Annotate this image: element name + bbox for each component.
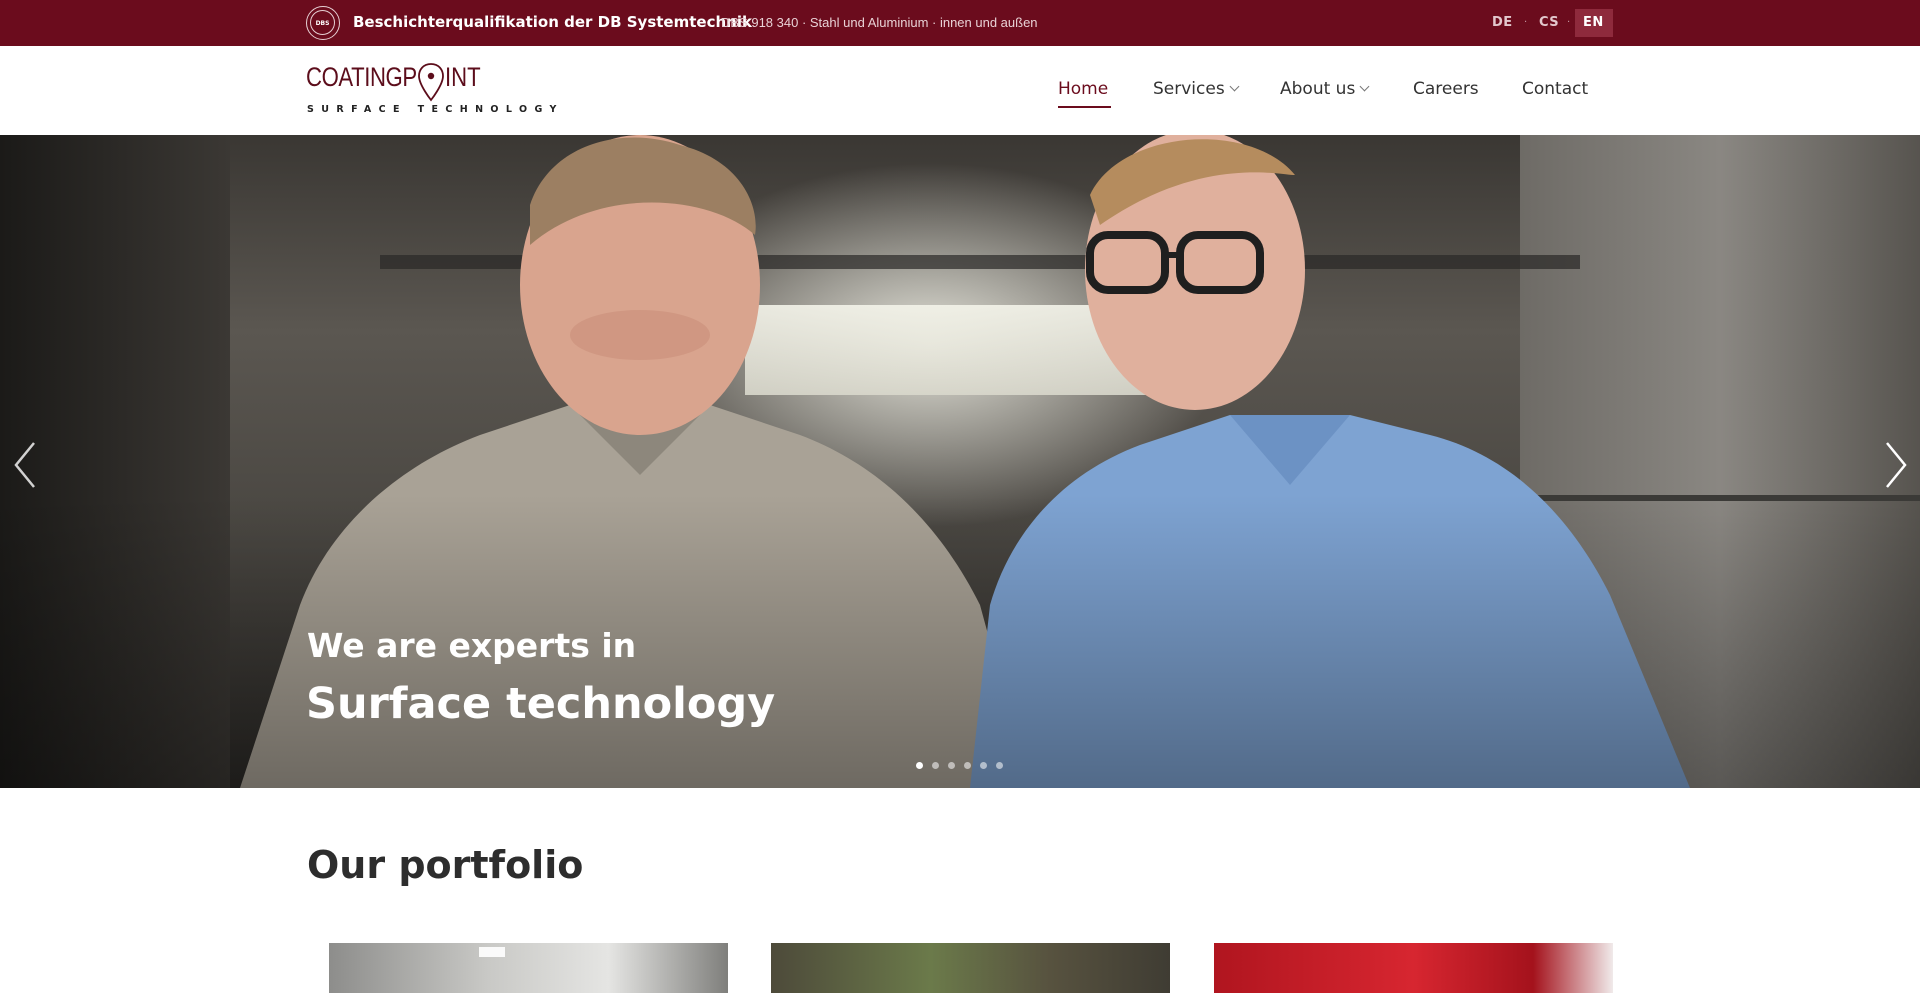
nav-services[interactable]: Services bbox=[1153, 79, 1240, 99]
card-image-detail bbox=[479, 947, 505, 957]
language-separator: · bbox=[1567, 17, 1571, 28]
db-qualification-seal-icon: DBS bbox=[306, 6, 340, 40]
nav-home-label: Home bbox=[1058, 79, 1109, 99]
nav-careers-label: Careers bbox=[1413, 79, 1479, 99]
coatingpoint-logo[interactable]: COATINGP INT SURFACE TECHNOLOGY bbox=[306, 62, 556, 120]
slider-dot[interactable] bbox=[964, 762, 971, 769]
slider-dot[interactable] bbox=[932, 762, 939, 769]
slider-dot[interactable] bbox=[980, 762, 987, 769]
portfolio-heading: Our portfolio bbox=[307, 843, 584, 887]
chevron-down-icon bbox=[1359, 81, 1370, 92]
nav-contact-label: Contact bbox=[1522, 79, 1589, 99]
slider-dot[interactable] bbox=[916, 762, 923, 769]
chevron-left-icon[interactable] bbox=[12, 440, 38, 490]
nav-contact[interactable]: Contact bbox=[1522, 79, 1588, 99]
hero-caption-line1: We are experts in bbox=[307, 626, 637, 665]
nav-active-indicator bbox=[1058, 106, 1111, 108]
seal-label: DBS bbox=[310, 10, 335, 35]
logo-tagline: SURFACE TECHNOLOGY bbox=[307, 104, 564, 115]
hero-caption-line2: Surface technology bbox=[306, 679, 776, 729]
portfolio-card[interactable] bbox=[329, 943, 728, 993]
slider-dot[interactable] bbox=[996, 762, 1003, 769]
qualification-title: Beschichterqualifikation der DB Systemte… bbox=[353, 13, 752, 31]
logo-wordmark-right: INT bbox=[445, 62, 481, 92]
top-bar: DBS Beschichterqualifikation der DB Syst… bbox=[0, 0, 1920, 46]
nav-careers[interactable]: Careers bbox=[1413, 79, 1479, 99]
nav-about-us[interactable]: About us bbox=[1280, 79, 1370, 99]
portfolio-card[interactable] bbox=[771, 943, 1170, 993]
chevron-right-icon[interactable] bbox=[1883, 440, 1909, 490]
chevron-down-icon bbox=[1229, 81, 1240, 92]
site-header: COATINGP INT SURFACE TECHNOLOGY Home Ser… bbox=[0, 46, 1920, 135]
logo-wordmark-left: COATINGP bbox=[306, 62, 417, 92]
portfolio-card[interactable] bbox=[1214, 943, 1613, 993]
slider-dot[interactable] bbox=[948, 762, 955, 769]
nav-home[interactable]: Home bbox=[1058, 79, 1108, 99]
map-pin-icon bbox=[418, 63, 444, 102]
hero-slider[interactable]: We are experts in Surface technology bbox=[0, 135, 1920, 788]
language-cs-link[interactable]: CS bbox=[1531, 9, 1567, 37]
language-en-link[interactable]: EN bbox=[1575, 9, 1613, 37]
qualification-subtitle: DBS 918 340 · Stahl und Aluminium · inne… bbox=[721, 15, 1038, 30]
nav-services-label: Services bbox=[1153, 79, 1225, 99]
nav-about-us-label: About us bbox=[1280, 79, 1356, 99]
language-de-link[interactable]: DE bbox=[1484, 9, 1521, 37]
hero-overlay bbox=[0, 135, 1920, 788]
language-separator: · bbox=[1524, 17, 1528, 28]
